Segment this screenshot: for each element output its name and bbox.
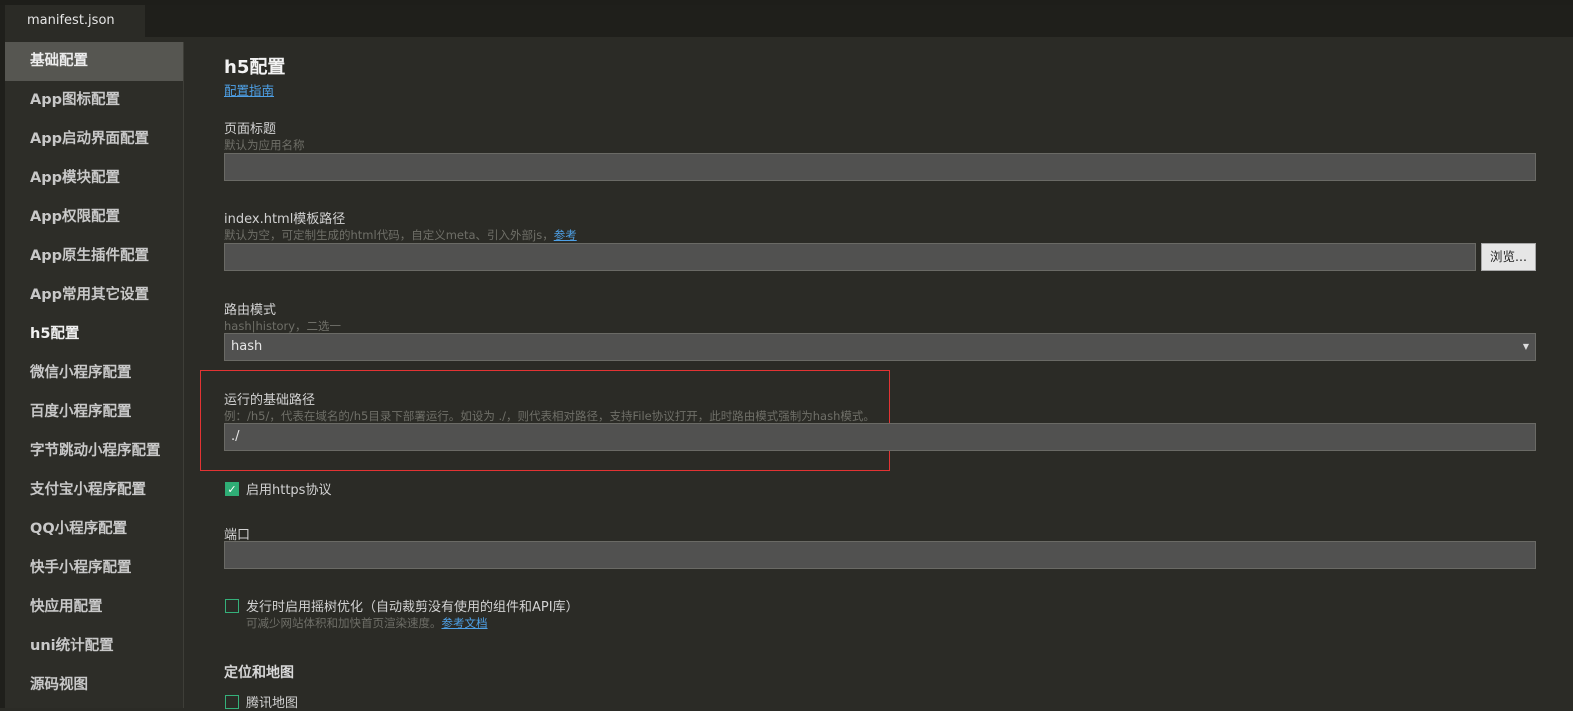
settings-panel: h5配置 配置指南 页面标题 默认为应用名称 index.html模板路径 默认…: [200, 40, 1536, 711]
template-path-label: index.html模板路径: [224, 212, 346, 227]
page-title-hint: 默认为应用名称: [224, 138, 305, 152]
router-mode-select[interactable]: hash ▼: [224, 333, 1536, 361]
sidebar-item-app-native-plugins[interactable]: App原生插件配置: [5, 237, 183, 276]
template-path-input[interactable]: [224, 243, 1476, 271]
sidebar-item-weixin-mp[interactable]: 微信小程序配置: [5, 354, 183, 393]
sidebar-item-basic[interactable]: 基础配置: [5, 42, 183, 81]
sidebar-item-source-view[interactable]: 源码视图: [5, 666, 183, 705]
sidebar-item-qq-mp[interactable]: QQ小程序配置: [5, 510, 183, 549]
router-mode-label: 路由模式: [224, 303, 277, 318]
page-title-label: 页面标题: [224, 122, 277, 137]
sidebar-item-quickapp[interactable]: 快应用配置: [5, 588, 183, 627]
page-title: h5配置: [224, 57, 286, 78]
sidebar-item-baidu-mp[interactable]: 百度小程序配置: [5, 393, 183, 432]
router-mode-hint: hash|history，二选一: [224, 319, 342, 333]
editor-tab-bar: manifest.json: [0, 5, 1573, 37]
tencent-map-checkbox[interactable]: [225, 694, 239, 709]
treeshake-hint-text: 可减少网站体积和加快首页渲染速度。: [246, 616, 442, 630]
dropdown-arrow-icon: ▼: [1522, 342, 1529, 351]
template-path-hint-text: 默认为空，可定制生成的html代码，自定义meta、引入外部js，: [224, 228, 554, 242]
sidebar-item-app-icon[interactable]: App图标配置: [5, 81, 183, 120]
https-option[interactable]: ✓ 启用https协议: [225, 479, 331, 498]
treeshake-hint: 可减少网站体积和加快首页渲染速度。参考文档: [246, 615, 488, 631]
tab-manifest-json[interactable]: manifest.json: [5, 5, 145, 37]
tencent-map-option[interactable]: 腾讯地图: [225, 692, 298, 711]
treeshake-checkbox[interactable]: [225, 598, 239, 613]
router-mode-value: hash: [231, 339, 263, 354]
template-reference-link[interactable]: 参考: [554, 228, 577, 242]
sidebar-item-toutiao-mp[interactable]: 字节跳动小程序配置: [5, 432, 183, 471]
https-checkbox[interactable]: ✓: [225, 481, 239, 496]
sidebar-item-h5[interactable]: h5配置: [5, 315, 183, 354]
sidebar: 基础配置 App图标配置 App启动界面配置 App模块配置 App权限配置 A…: [5, 42, 184, 708]
template-path-hint: 默认为空，可定制生成的html代码，自定义meta、引入外部js，参考: [224, 227, 577, 243]
sidebar-item-app-other[interactable]: App常用其它设置: [5, 276, 183, 315]
sidebar-item-alipay-mp[interactable]: 支付宝小程序配置: [5, 471, 183, 510]
base-path-input[interactable]: ./: [224, 423, 1536, 451]
https-label: 启用https协议: [246, 483, 332, 498]
base-path-hint: 例：/h5/，代表在域名的/h5目录下部署运行。如设为 ./，则代表相对路径，支…: [224, 409, 875, 423]
treeshake-docs-link[interactable]: 参考文档: [442, 616, 488, 630]
sidebar-item-app-modules[interactable]: App模块配置: [5, 159, 183, 198]
sidebar-item-kuaishou-mp[interactable]: 快手小程序配置: [5, 549, 183, 588]
sidebar-item-uni-stat[interactable]: uni统计配置: [5, 627, 183, 666]
base-path-label: 运行的基础路径: [224, 393, 316, 408]
location-map-section-title: 定位和地图: [224, 665, 294, 681]
port-input[interactable]: [224, 541, 1536, 569]
config-guide-link[interactable]: 配置指南: [224, 80, 274, 99]
page-title-input[interactable]: [224, 153, 1536, 181]
treeshake-label: 发行时启用摇树优化（自动裁剪没有使用的组件和API库）: [246, 600, 579, 615]
treeshake-option[interactable]: 发行时启用摇树优化（自动裁剪没有使用的组件和API库）: [225, 596, 579, 615]
tencent-map-label: 腾讯地图: [246, 696, 299, 711]
browse-button[interactable]: 浏览...: [1481, 243, 1536, 271]
sidebar-item-app-splash[interactable]: App启动界面配置: [5, 120, 183, 159]
check-icon: ✓: [227, 482, 237, 496]
sidebar-item-app-permissions[interactable]: App权限配置: [5, 198, 183, 237]
